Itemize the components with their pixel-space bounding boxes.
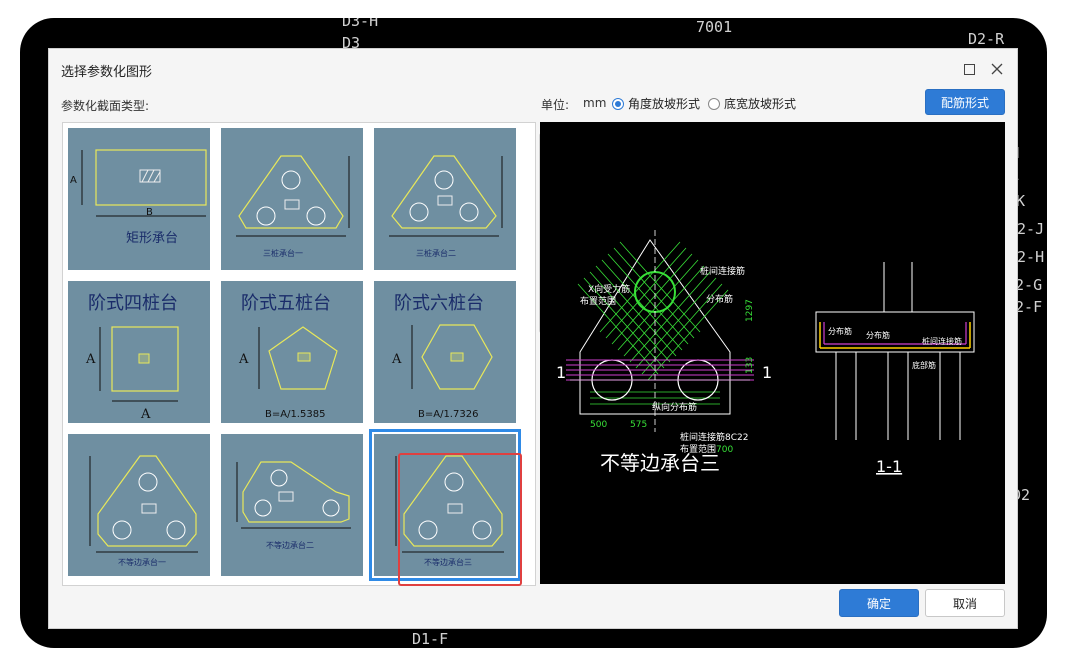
tile-rect-dim-b: B (146, 207, 153, 218)
tile-rect-label: 矩形承台 (126, 231, 178, 246)
preview-label-range: 布置范围 (580, 295, 616, 307)
tile-step-6[interactable]: 阶式六桩台 A B=A/1.7326 (374, 281, 516, 423)
preview-sec-label-side: 桩间连接筋 (922, 336, 962, 346)
step-4-drawing: 阶式四桩台 A A (85, 293, 179, 422)
preview-label-x-rebar: X向受力筋 (588, 283, 630, 295)
tri-cap-2-drawing: 三桩承台二 (389, 155, 503, 258)
preview-dim-575: 575 (630, 420, 647, 430)
bg-label: D3-H (342, 18, 379, 30)
unequal-2-drawing: 不等边承台二 (236, 461, 351, 550)
preview-label-con-rebar: 桩间连接筋8C22 (680, 431, 748, 443)
angle-slope-label: 角度放坡形式 (628, 97, 701, 111)
preview-label-dist: 分布筋 (706, 293, 733, 305)
tile-step4-dim-b: A (140, 407, 151, 422)
tile-tri1-label: 三桩承台一 (263, 248, 303, 258)
tri-cap-1-drawing: 三桩承台一 (236, 155, 350, 258)
tile-tri-cap-1[interactable]: 三桩承台一 (221, 128, 363, 270)
preview-dim-1297: 1297 (745, 299, 755, 322)
tile-tri2-label: 三桩承台二 (416, 248, 456, 258)
tile-tri-cap-2[interactable]: 三桩承台二 (374, 128, 516, 270)
radio-selected-icon (612, 97, 624, 110)
dialog-title: 选择参数化图形 (61, 65, 153, 80)
radio-unselected-icon (708, 97, 720, 110)
tile-uneq1-label: 不等边承台一 (118, 557, 166, 567)
preview-label-side-rebar: 桩间连接筋 (700, 265, 745, 277)
rect-cap-drawing: A B 矩形承台 (70, 149, 207, 246)
rebar-form-button[interactable]: 配筋形式 (925, 89, 1005, 115)
unequal-1-drawing: 不等边承台一 (89, 455, 198, 567)
tile-step6-formula: B=A/1.7326 (418, 409, 478, 420)
cancel-button[interactable]: 取消 (925, 589, 1005, 617)
annotation-highlight-box (398, 453, 522, 586)
tile-rect-cap[interactable]: A B 矩形承台 (68, 128, 210, 270)
preview-section-mark-left: 1 (556, 363, 566, 382)
maximize-button[interactable] (959, 59, 979, 79)
preview-dim-133: 133 (745, 357, 755, 374)
tile-step5-label: 阶式五桩台 (241, 293, 331, 314)
tile-unequal-2[interactable]: 不等边承台二 (221, 434, 363, 576)
step-5-drawing: 阶式五桩台 A B=A/1.5385 (238, 293, 338, 420)
preview-drawing: 1 1 X向受力筋 布置范围 桩间连接筋 分布筋 纵向分布筋 桩间连接筋8C22… (556, 230, 975, 476)
ok-button[interactable]: 确定 (839, 589, 919, 617)
close-button[interactable] (987, 59, 1007, 79)
section-type-label: 参数化截面类型: (61, 99, 150, 113)
shape-preview: 1 1 X向受力筋 布置范围 桩间连接筋 分布筋 纵向分布筋 桩间连接筋8C22… (540, 122, 1005, 584)
step-6-drawing: 阶式六桩台 A B=A/1.7326 (391, 293, 493, 420)
width-slope-label: 底宽放坡形式 (724, 97, 797, 111)
tile-step5-formula: B=A/1.5385 (265, 409, 325, 420)
preview-section-title: 1-1 (876, 457, 902, 476)
tile-step4-label: 阶式四桩台 (88, 293, 178, 314)
preview-sec-label-dist2: 分布筋 (866, 330, 890, 340)
preview-section-mark-right: 1 (762, 363, 772, 382)
preview-title: 不等边承台三 (600, 451, 720, 475)
tile-uneq2-label: 不等边承台二 (266, 540, 314, 550)
tile-step-4[interactable]: 阶式四桩台 A A (68, 281, 210, 423)
tile-step6-dim-a: A (391, 352, 402, 367)
maximize-icon (963, 63, 975, 75)
tile-step5-dim-a: A (238, 352, 249, 367)
tile-step4-dim-a: A (85, 352, 96, 367)
tile-rect-dim-a: A (70, 175, 77, 186)
unit-value: mm (583, 96, 607, 110)
tile-step6-label: 阶式六桩台 (394, 293, 484, 314)
bg-label: 7001 (696, 18, 733, 36)
bg-label: D2-R (968, 30, 1005, 48)
tile-unequal-1[interactable]: 不等边承台一 (68, 434, 210, 576)
unit-label: 单位: (541, 98, 570, 112)
width-slope-radio[interactable]: 底宽放坡形式 (708, 95, 796, 112)
close-icon (991, 63, 1003, 75)
preview-label-y-dist: 纵向分布筋 (652, 401, 697, 413)
preview-sec-label-bottom: 底部筋 (912, 360, 936, 370)
preview-dim-500: 500 (590, 420, 607, 430)
tile-step-5[interactable]: 阶式五桩台 A B=A/1.5385 (221, 281, 363, 423)
parametric-shape-dialog: 选择参数化图形 参数化截面类型: 单位: mm 角度放坡形式 底宽放坡形式 配筋… (48, 48, 1018, 629)
shape-grid: A B 矩形承台 三桩承台一 三桩承台二 阶式四桩台 A A 阶式五桩台 A B… (62, 122, 544, 586)
preview-sec-label-dist: 分布筋 (828, 326, 852, 336)
title-bar: 选择参数化图形 (49, 49, 1017, 91)
angle-slope-radio[interactable]: 角度放坡形式 (612, 95, 700, 112)
bg-label: D1-F (412, 630, 449, 648)
